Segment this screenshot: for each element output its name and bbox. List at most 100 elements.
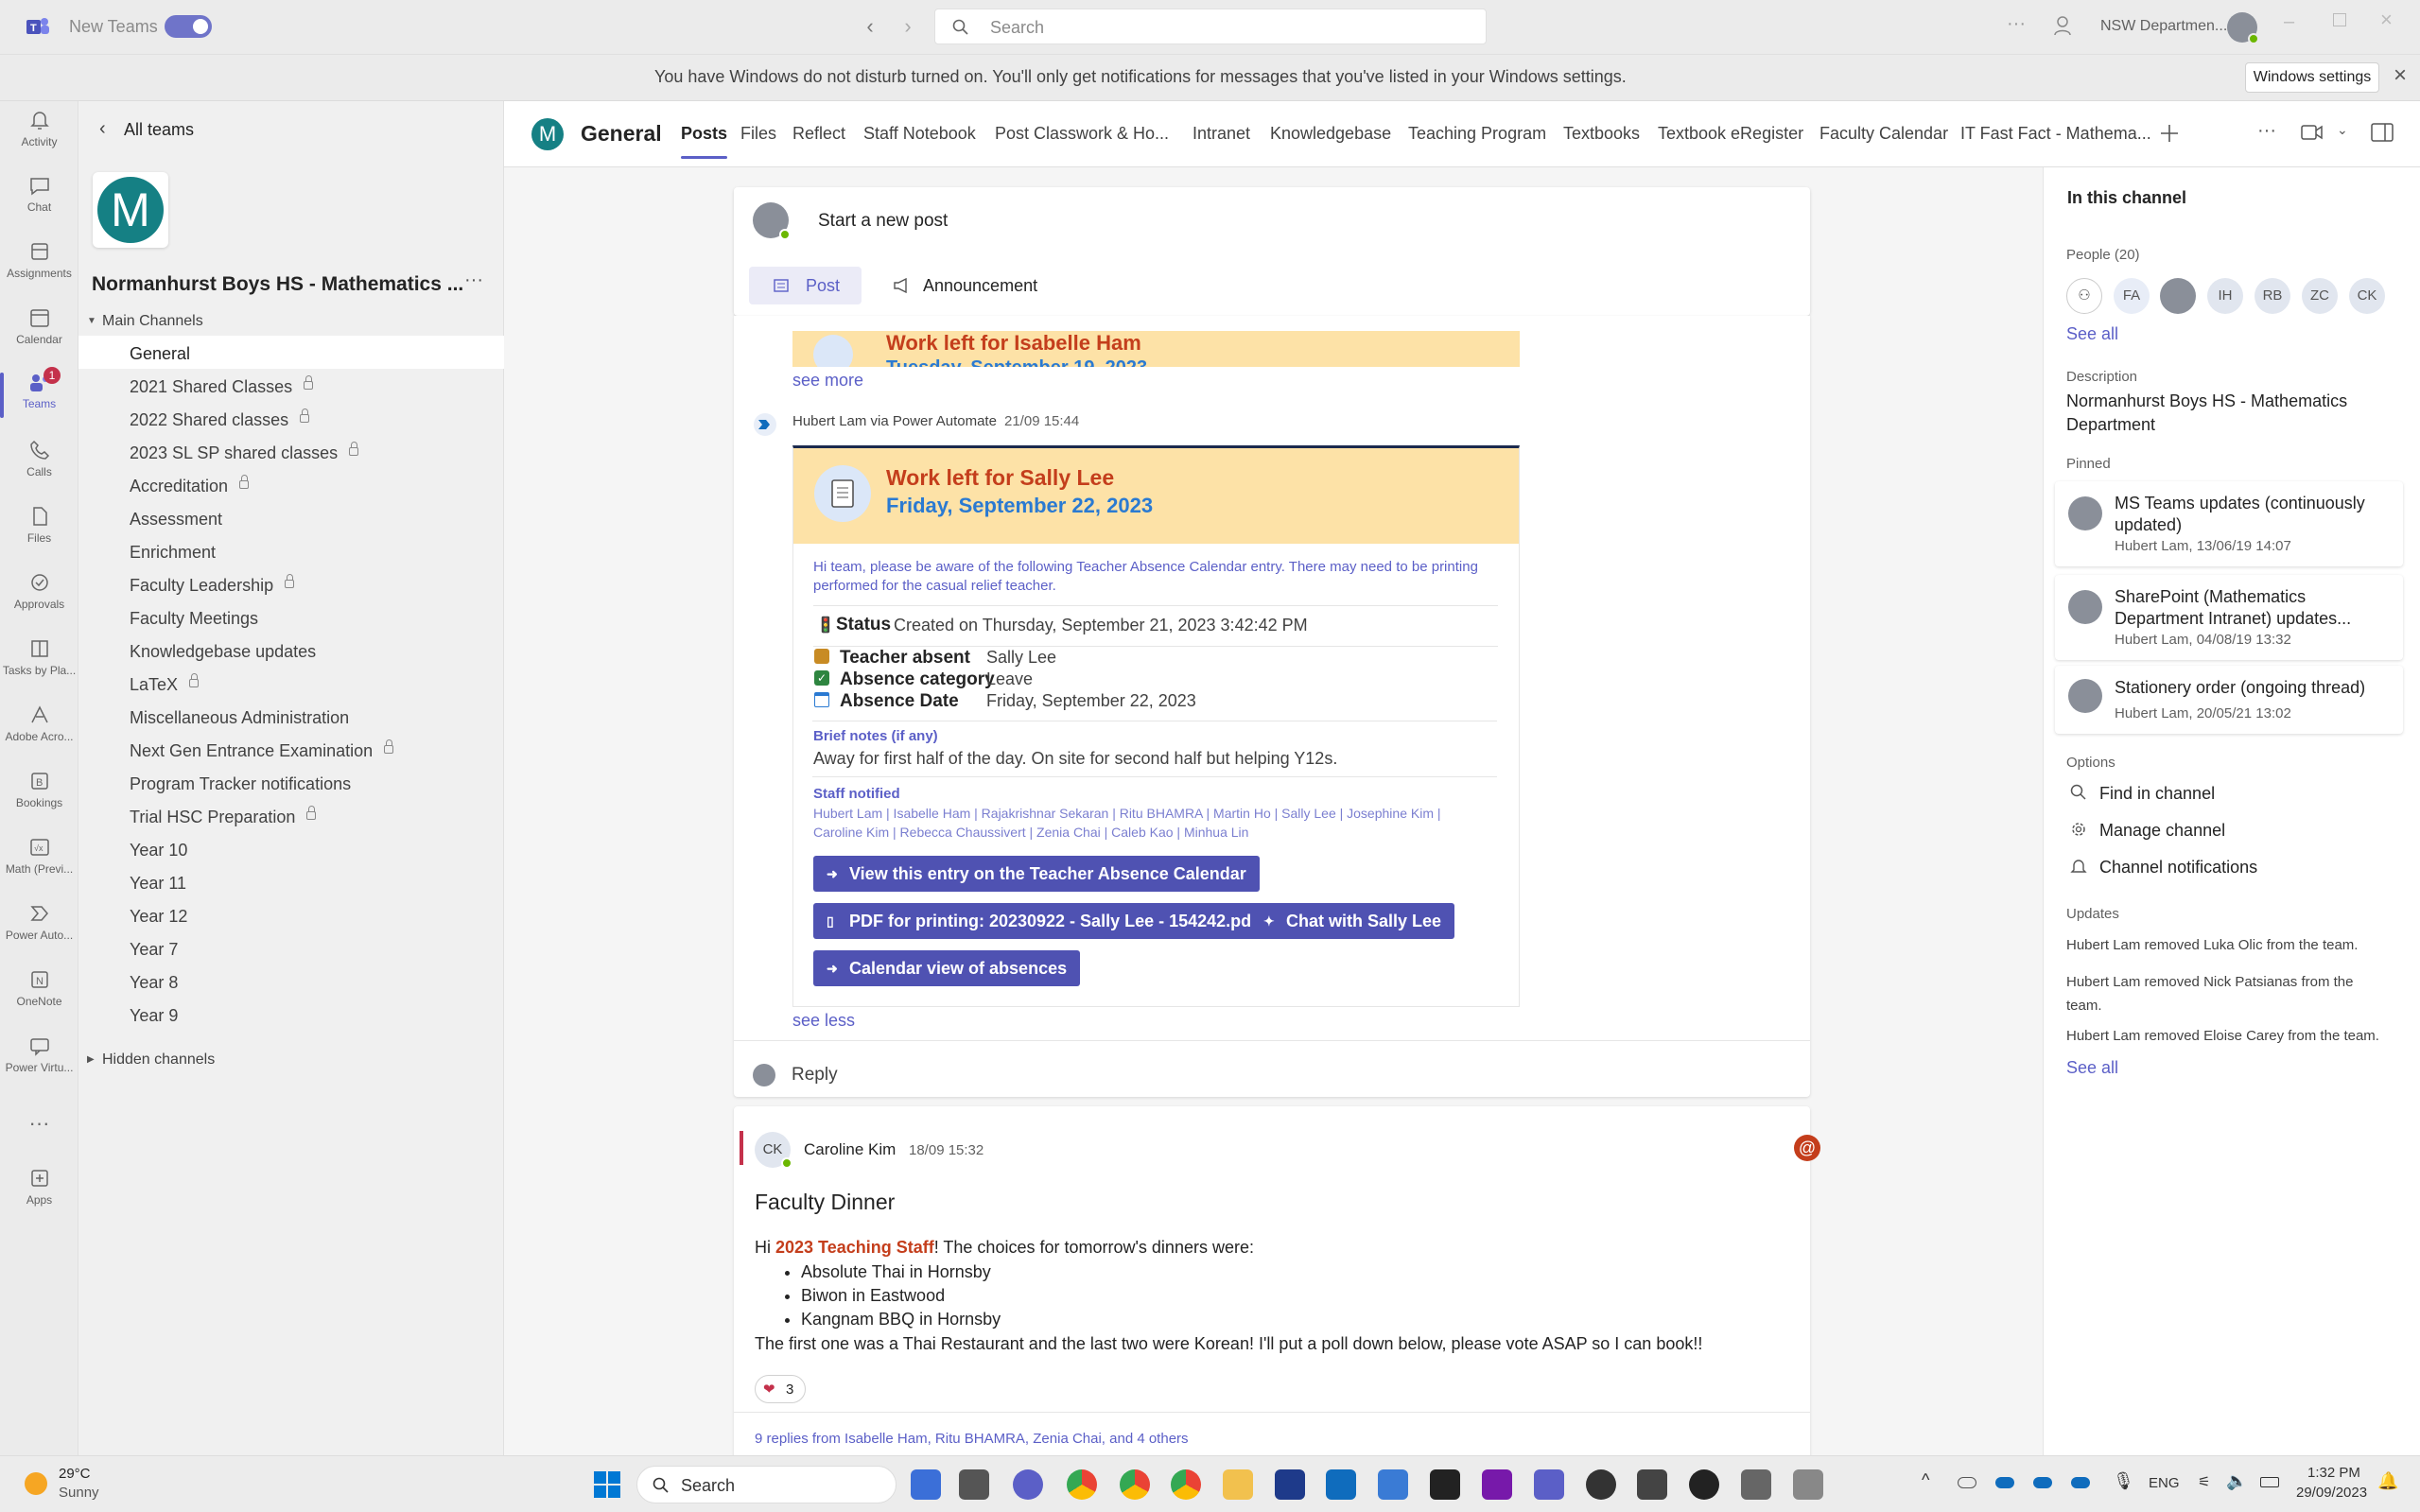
- widgets-icon[interactable]: [911, 1469, 941, 1500]
- channel-item[interactable]: LaTeX: [130, 673, 200, 695]
- channel-item[interactable]: Year 11: [130, 874, 186, 894]
- main-channels-header[interactable]: Main Channels: [102, 313, 203, 330]
- channel-item[interactable]: Accreditation: [130, 475, 250, 496]
- channel-item[interactable]: Enrichment: [130, 543, 216, 563]
- member-avatar[interactable]: FA: [2114, 278, 2150, 314]
- channel-item[interactable]: Program Tracker notifications: [130, 774, 351, 794]
- rail-apps[interactable]: Apps: [0, 1167, 78, 1207]
- member-avatar[interactable]: RB: [2255, 278, 2290, 314]
- microphone-icon[interactable]: 🎙: [2113, 1471, 2134, 1491]
- battery-icon[interactable]: [2260, 1477, 2279, 1487]
- tab-2[interactable]: Reflect: [792, 124, 845, 144]
- rail-assignments[interactable]: Assignments: [0, 240, 78, 280]
- channel-item[interactable]: 2023 SL SP shared classes: [130, 442, 359, 463]
- rail-activity[interactable]: Activity: [0, 109, 78, 148]
- rail-onenote[interactable]: N OneNote: [0, 968, 78, 1008]
- banner-close-icon[interactable]: ×: [2394, 62, 2407, 89]
- add-people-icon[interactable]: ⚇: [2066, 278, 2102, 314]
- see-all-updates-link[interactable]: See all: [2066, 1058, 2118, 1078]
- back-chevron-icon[interactable]: ‹: [99, 118, 106, 140]
- app-icon[interactable]: [1586, 1469, 1616, 1500]
- chat-button[interactable]: ✦ Chat with Sally Lee: [1250, 903, 1455, 939]
- tab-8[interactable]: Textbooks: [1563, 124, 1640, 144]
- windows-settings-button[interactable]: Windows settings: [2245, 62, 2379, 93]
- rail-teams[interactable]: Teams 1: [0, 367, 78, 418]
- search-input[interactable]: Search: [934, 9, 1487, 44]
- post-type-button[interactable]: Post: [749, 267, 862, 304]
- see-less-link[interactable]: see less: [792, 1011, 855, 1031]
- member-avatar[interactable]: IH: [2207, 278, 2243, 314]
- channel-item[interactable]: Year 8: [130, 973, 178, 993]
- clock-time[interactable]: 1:32 PM: [2307, 1465, 2360, 1481]
- tab-11[interactable]: IT Fast Fact - Mathema...: [1960, 124, 2151, 144]
- pinned-item[interactable]: SharePoint (Mathematics Department Intra…: [2055, 575, 2403, 660]
- replies-link[interactable]: 9 replies from Isabelle Ham, Ritu BHAMRA…: [755, 1431, 1189, 1447]
- channel-item[interactable]: Assessment: [130, 510, 222, 530]
- app-icon[interactable]: [1637, 1469, 1667, 1500]
- collapse-caret-icon[interactable]: ▶: [87, 1054, 95, 1065]
- meet-dropdown-icon[interactable]: ⌄: [2337, 122, 2348, 138]
- rail-bookings[interactable]: B Bookings: [0, 770, 78, 809]
- avatar[interactable]: [2227, 12, 2259, 44]
- outlook-icon[interactable]: [1326, 1469, 1356, 1500]
- channel-info-icon[interactable]: [2371, 122, 2394, 143]
- channel-item[interactable]: Year 12: [130, 907, 187, 927]
- chat-app-icon[interactable]: [1013, 1469, 1043, 1500]
- onedrive-icon[interactable]: [1958, 1477, 1976, 1488]
- org-icon[interactable]: [2053, 15, 2072, 36]
- pdf-download-button[interactable]: ▯ PDF for printing: 20230922 - Sally Lee …: [813, 903, 1271, 939]
- tab-5[interactable]: Intranet: [1193, 124, 1250, 144]
- more-apps-icon[interactable]: ···: [0, 1111, 78, 1136]
- view-calendar-entry-button[interactable]: ➜ View this entry on the Teacher Absence …: [813, 856, 1260, 892]
- chrome-icon[interactable]: [1120, 1469, 1150, 1500]
- rail-calendar[interactable]: Calendar: [0, 306, 78, 346]
- onenote-app-icon[interactable]: [1482, 1469, 1512, 1500]
- reaction-pill[interactable]: ❤ 3: [755, 1375, 806, 1403]
- language-indicator[interactable]: ENG: [2149, 1475, 2180, 1491]
- tab-0[interactable]: Posts: [681, 124, 728, 159]
- pinned-item[interactable]: Stationery order (ongoing thread) Hubert …: [2055, 666, 2403, 734]
- channel-item[interactable]: Faculty Leadership: [130, 574, 295, 596]
- app-icon[interactable]: [1430, 1469, 1460, 1500]
- app-icon[interactable]: [1793, 1469, 1823, 1500]
- tab-7[interactable]: Teaching Program: [1408, 124, 1546, 144]
- folder-icon[interactable]: [1223, 1469, 1253, 1500]
- tab-3[interactable]: Staff Notebook: [863, 124, 976, 144]
- obs-icon[interactable]: [1689, 1469, 1719, 1500]
- hidden-channels-header[interactable]: Hidden channels: [102, 1051, 215, 1069]
- team-mention[interactable]: 2023 Teaching Staff: [775, 1238, 934, 1257]
- app-icon[interactable]: [1378, 1469, 1408, 1500]
- wifi-icon[interactable]: ⚟: [2198, 1473, 2210, 1490]
- minimize-icon[interactable]: –: [2284, 11, 2294, 33]
- rail-adobe[interactable]: Adobe Acro...: [0, 704, 78, 743]
- onedrive-icon[interactable]: [1995, 1477, 2014, 1488]
- expand-caret-icon[interactable]: ▼: [87, 316, 96, 326]
- channel-item[interactable]: Year 7: [130, 940, 178, 960]
- onedrive-icon[interactable]: [2071, 1477, 2090, 1488]
- rail-math[interactable]: √x Math (Previ...: [0, 836, 78, 876]
- meet-video-icon[interactable]: [2301, 124, 2324, 141]
- calendar-view-button[interactable]: ➜ Calendar view of absences: [813, 950, 1081, 986]
- windows-start-icon[interactable]: [593, 1470, 621, 1499]
- member-avatar[interactable]: ZC: [2302, 278, 2338, 314]
- teams-app-icon[interactable]: [1534, 1469, 1564, 1500]
- tab-9[interactable]: Textbook eRegister: [1658, 124, 1803, 144]
- channel-item[interactable]: Year 10: [130, 841, 187, 860]
- notification-bell-icon[interactable]: 🔔: [2377, 1471, 2398, 1491]
- new-teams-toggle[interactable]: [165, 15, 212, 38]
- channel-item[interactable]: Miscellaneous Administration: [130, 708, 349, 728]
- member-avatar[interactable]: [2160, 278, 2196, 314]
- pinned-item[interactable]: MS Teams updates (continuously updated) H…: [2055, 481, 2403, 566]
- clock-date[interactable]: 29/09/2023: [2296, 1485, 2367, 1501]
- rail-calls[interactable]: Calls: [0, 439, 78, 478]
- header-more-icon[interactable]: ···: [2257, 120, 2276, 142]
- close-icon[interactable]: ×: [2380, 8, 2393, 32]
- rail-power-automate[interactable]: Power Auto...: [0, 902, 78, 942]
- start-post-input[interactable]: Start a new post: [818, 211, 948, 232]
- channel-item[interactable]: Year 9: [130, 1006, 178, 1026]
- chrome-icon[interactable]: [1171, 1469, 1201, 1500]
- chrome-icon[interactable]: [1067, 1469, 1097, 1500]
- tab-4[interactable]: Post Classwork & Ho...: [995, 124, 1169, 144]
- team-more-icon[interactable]: ···: [464, 269, 483, 291]
- explorer-icon[interactable]: [959, 1469, 989, 1500]
